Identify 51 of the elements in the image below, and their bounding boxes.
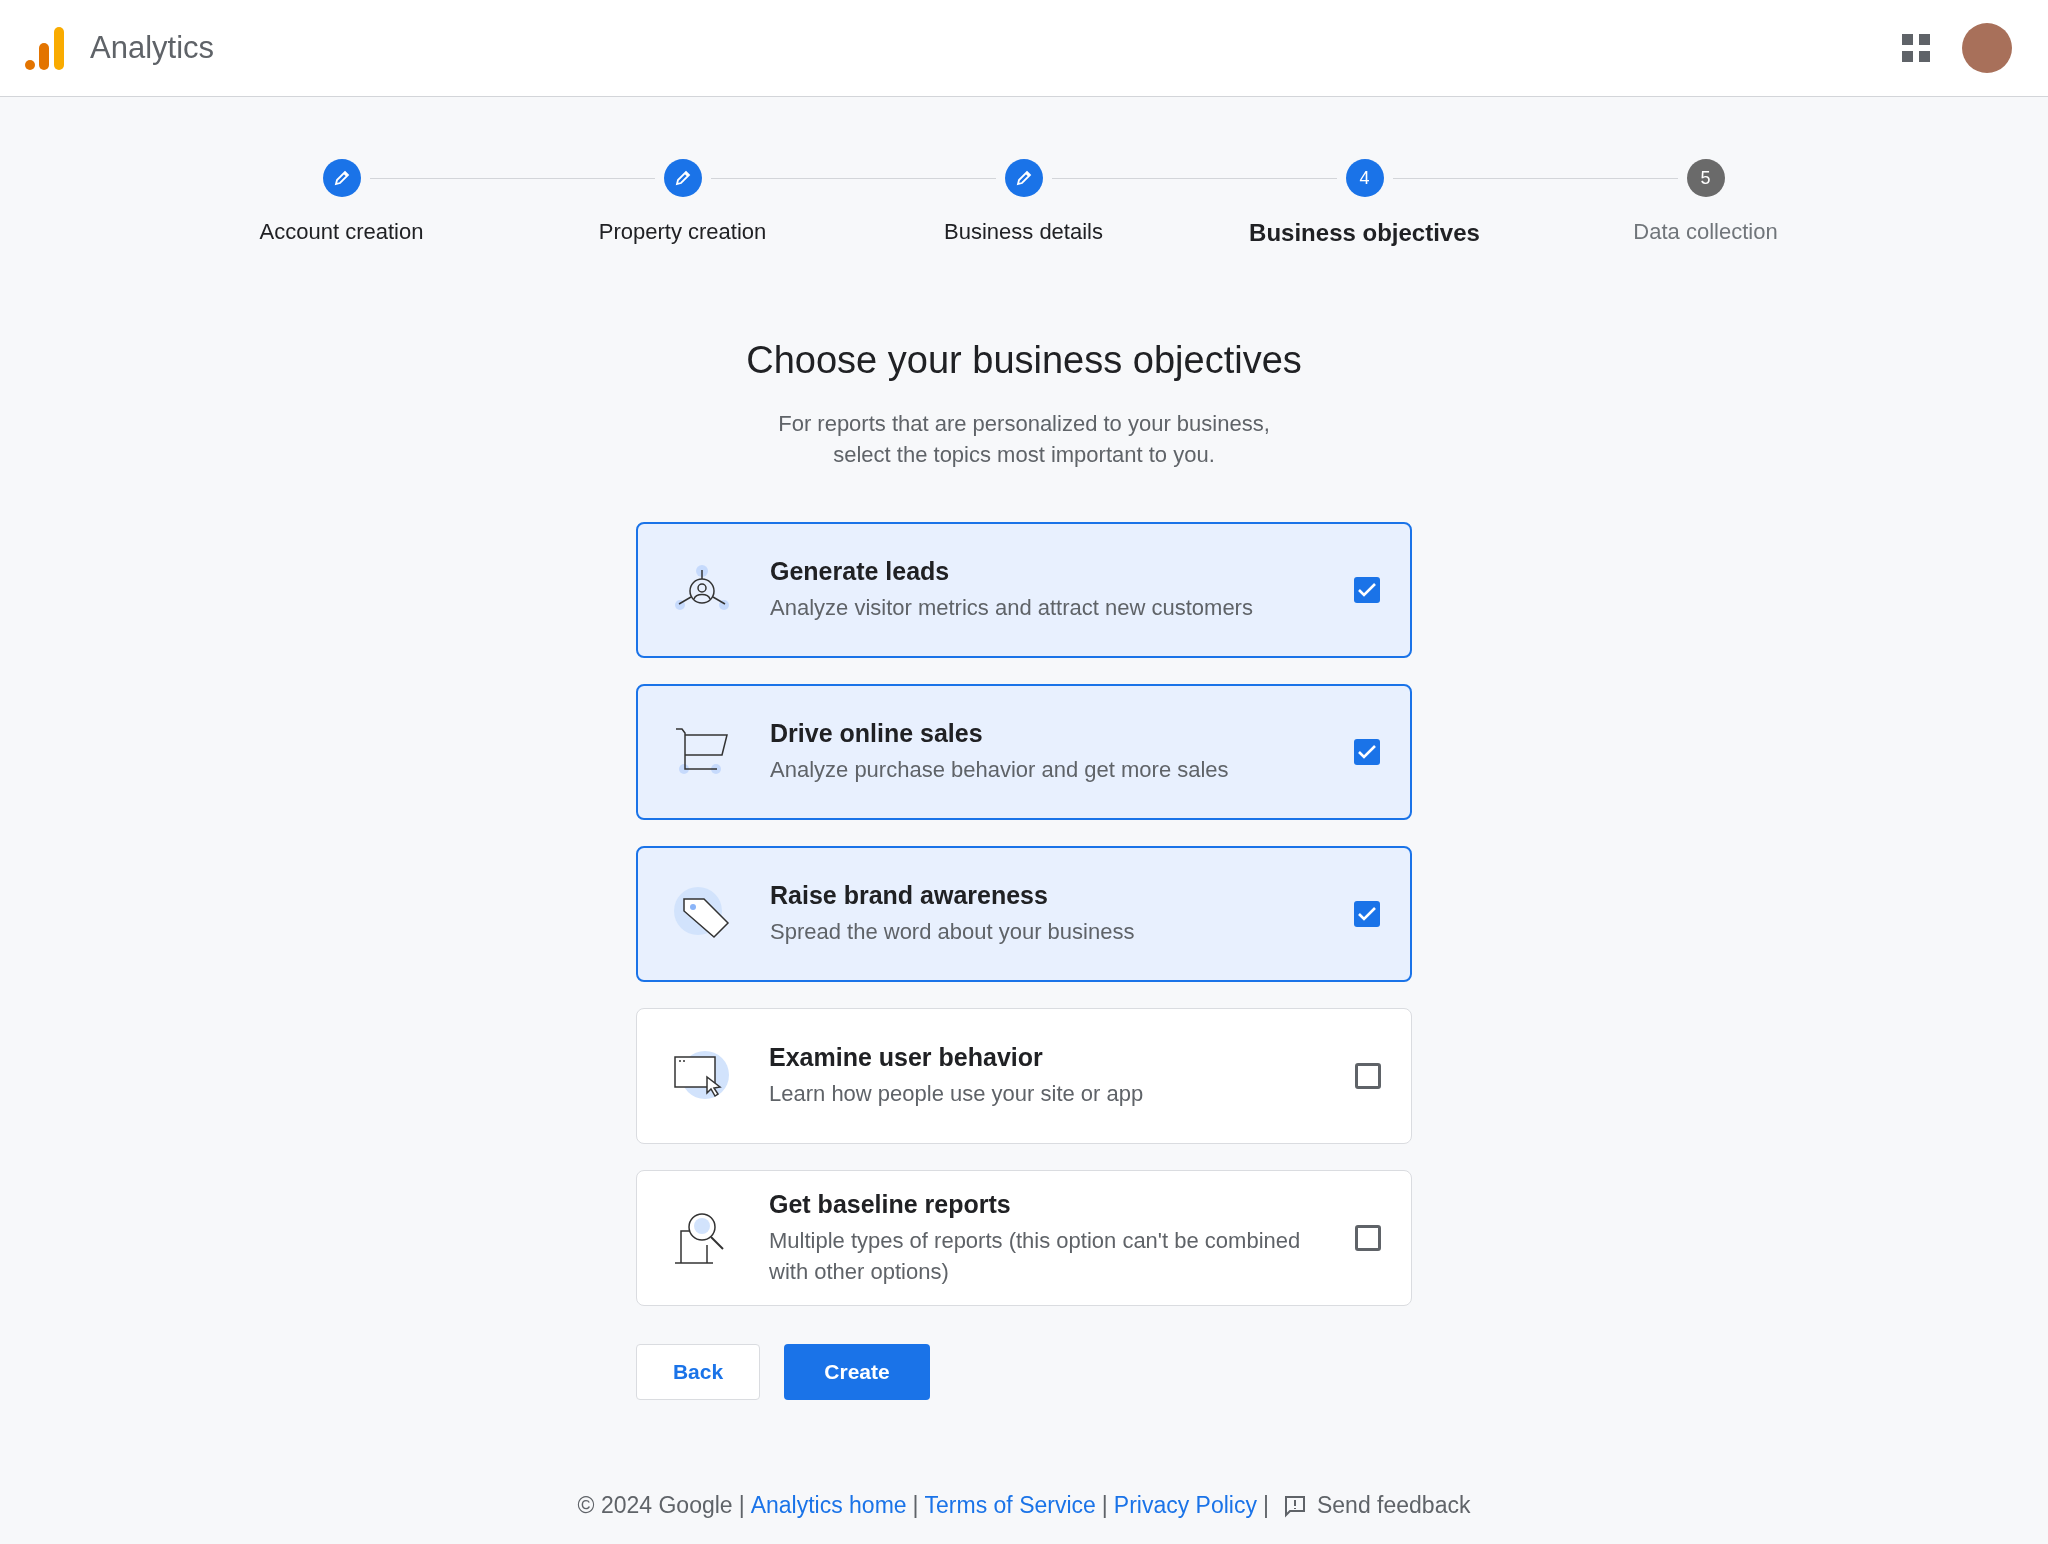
separator: | (912, 1492, 919, 1519)
checkbox[interactable] (1354, 901, 1380, 927)
step-label: Data collection (1633, 219, 1778, 245)
send-feedback-link[interactable]: Send feedback (1282, 1492, 1471, 1519)
feedback-icon (1282, 1493, 1307, 1518)
objective-description: Analyze purchase behavior and get more sales (770, 756, 1230, 784)
checkbox[interactable] (1355, 1063, 1381, 1089)
objective-title: Generate leads (770, 557, 951, 586)
apps-grid-icon[interactable] (1902, 34, 1930, 62)
page-title: Choose your business objectives (746, 339, 1302, 382)
step-number: 5 (1686, 159, 1725, 197)
checkmark-icon (1357, 906, 1377, 922)
objective-card[interactable]: Get baseline reports Multiple types of reports (this option can't be combined with other options) (636, 1170, 1412, 1306)
step-label: Business objectives (1249, 219, 1480, 247)
step-number: 4 (1345, 159, 1384, 197)
step-label: Business details (944, 219, 1103, 245)
step-label: Property creation (598, 219, 767, 245)
checkbox[interactable] (1355, 1225, 1381, 1251)
footer-link[interactable]: Terms of Service (924, 1492, 1096, 1519)
objective-description: Multiple types of reports (this option can't be combined with other options) (769, 1226, 1302, 1286)
objective-title: Drive online sales (770, 719, 984, 748)
shopping-cart-icon (674, 727, 730, 777)
copyright-text: © 2024 Google (577, 1492, 733, 1519)
checkmark-icon (1357, 744, 1377, 760)
objective-description: Learn how people use your site or app (769, 1080, 1145, 1108)
page-subtitle: For reports that are personalized to your business, select the topics most important to you. (778, 410, 1270, 469)
separator: | (1263, 1492, 1269, 1519)
product-name: Analytics (90, 30, 215, 66)
checkbox[interactable] (1354, 739, 1380, 765)
create-button[interactable]: Create (784, 1344, 930, 1400)
avatar[interactable] (1962, 23, 2012, 73)
objective-title: Get baseline reports (769, 1189, 1012, 1219)
separator: | (1101, 1492, 1108, 1519)
browser-window-cursor-icon (673, 1051, 729, 1101)
checkbox[interactable] (1354, 577, 1380, 603)
price-tag-icon (674, 887, 730, 941)
objective-card[interactable]: Generate leads Analyze visitor metrics and attract new customers (636, 522, 1412, 658)
footer-link[interactable]: Analytics home (750, 1492, 907, 1519)
objective-title: Examine user behavior (769, 1043, 1044, 1072)
objective-card[interactable]: Raise brand awareness Spread the word about your business (636, 846, 1412, 982)
objective-card[interactable]: Examine user behavior Learn how people use your site or app (636, 1008, 1412, 1144)
objective-description: Spread the word about your business (770, 918, 1136, 946)
bar-chart-logo-icon (24, 25, 66, 71)
objective-title: Raise brand awareness (770, 881, 1049, 910)
back-button[interactable]: Back (636, 1344, 760, 1400)
separator: | (738, 1492, 745, 1519)
footer-link[interactable]: Privacy Policy (1113, 1492, 1257, 1519)
step-label: Account creation (259, 219, 424, 245)
objective-description: Analyze visitor metrics and attract new customers (770, 594, 1254, 622)
checkmark-icon (1357, 582, 1377, 598)
objective-card[interactable]: Drive online sales Analyze purchase behavior and get more sales (636, 684, 1412, 820)
